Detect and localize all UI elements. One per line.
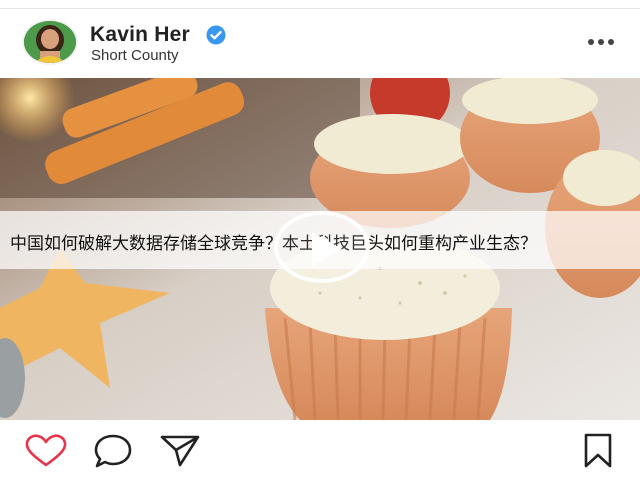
verified-badge-icon: [206, 25, 226, 45]
send-icon[interactable]: [158, 433, 202, 469]
username[interactable]: Kavin Her: [90, 23, 190, 47]
bookmark-icon[interactable]: [582, 432, 614, 470]
more-options-icon[interactable]: [588, 36, 620, 48]
comment-icon[interactable]: [92, 433, 134, 469]
play-icon[interactable]: [274, 211, 370, 283]
post-header: Kavin Her Short County: [0, 9, 640, 77]
location[interactable]: Short County: [91, 47, 179, 64]
post-media[interactable]: 中国如何破解大数据存储全球竞争？本土科技巨头如何重构产业生态？: [0, 78, 640, 420]
avatar[interactable]: [24, 21, 76, 63]
action-bar: [0, 420, 640, 480]
heart-icon[interactable]: [24, 434, 68, 468]
